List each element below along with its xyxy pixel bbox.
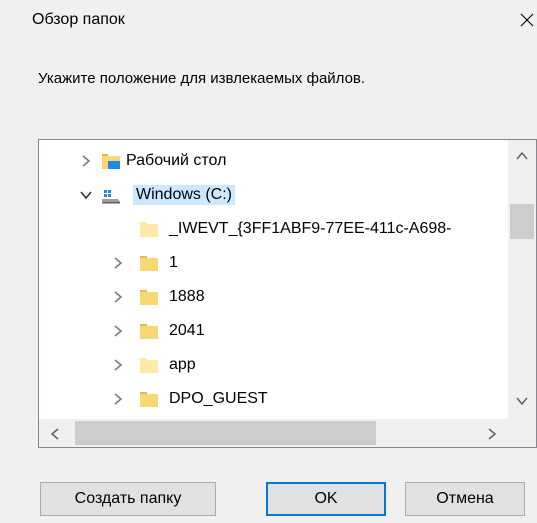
scroll-up-arrow-icon[interactable] [514,150,530,162]
windows-drive-icon [102,190,120,204]
new-folder-button[interactable]: Создать папку [40,482,216,516]
tree-item-label: _IWEVT_{3FF1ABF9-77EE-411c-A698- [169,220,452,237]
cancel-button[interactable]: Отмена [405,482,525,516]
tree-item-label: Windows (C:) [133,185,236,205]
tree-item-folder[interactable]: DPO_GUEST [39,382,508,416]
tree-item-folder[interactable]: app [39,348,508,382]
scroll-down-arrow-icon[interactable] [514,395,530,407]
horizontal-scrollbar[interactable] [39,419,508,447]
folder-icon [140,290,158,305]
tree-item-label: 1888 [169,288,205,305]
scroll-left-arrow-icon[interactable] [49,427,61,441]
folder-tree[interactable]: Рабочий стол Windows (C:) _IWEVT_{3FF1AB… [38,139,537,448]
scrollbar-corner [508,419,536,447]
tree-item-windows-drive[interactable]: Windows (C:) [39,178,508,212]
browse-folders-dialog: Обзор папок Укажите положение для извлек… [0,0,537,523]
horizontal-scroll-thumb[interactable] [75,421,376,445]
folder-icon [140,256,158,271]
folder-icon [140,324,158,339]
folder-icon [140,358,158,373]
tree-item-label: 2041 [169,322,205,339]
chevron-right-icon[interactable] [111,323,125,339]
tree-item-folder[interactable]: 1 [39,246,508,280]
chevron-down-icon[interactable] [79,187,93,203]
folder-icon [140,392,158,407]
instruction-text: Укажите положение для извлекаемых файлов… [38,70,366,87]
chevron-right-icon[interactable] [79,153,93,169]
tree-item-folder[interactable]: _IWEVT_{3FF1ABF9-77EE-411c-A698- [39,212,508,246]
folder-icon [140,222,158,237]
vertical-scrollbar[interactable] [508,140,536,419]
close-button[interactable] [516,6,537,34]
tree-item-folder[interactable]: 1888 [39,280,508,314]
dialog-title: Обзор папок [32,11,125,28]
tree-item-label: Рабочий стол [126,152,227,169]
tree-item-label: 1 [169,254,178,271]
chevron-right-icon[interactable] [111,289,125,305]
tree-item-label: DPO_GUEST [169,390,268,407]
tree-item-label: app [169,356,196,373]
chevron-right-icon[interactable] [111,255,125,271]
tree-item-desktop[interactable]: Рабочий стол [39,144,508,178]
chevron-right-icon[interactable] [111,357,125,373]
tree-item-folder[interactable]: 2041 [39,314,508,348]
folder-tree-content: Рабочий стол Windows (C:) _IWEVT_{3FF1AB… [39,140,508,419]
chevron-right-icon[interactable] [111,391,125,407]
close-icon [520,13,533,27]
desktop-folder-icon [102,154,120,169]
scroll-right-arrow-icon[interactable] [486,427,498,441]
vertical-scroll-thumb[interactable] [510,204,534,239]
ok-button[interactable]: OK [266,482,386,516]
